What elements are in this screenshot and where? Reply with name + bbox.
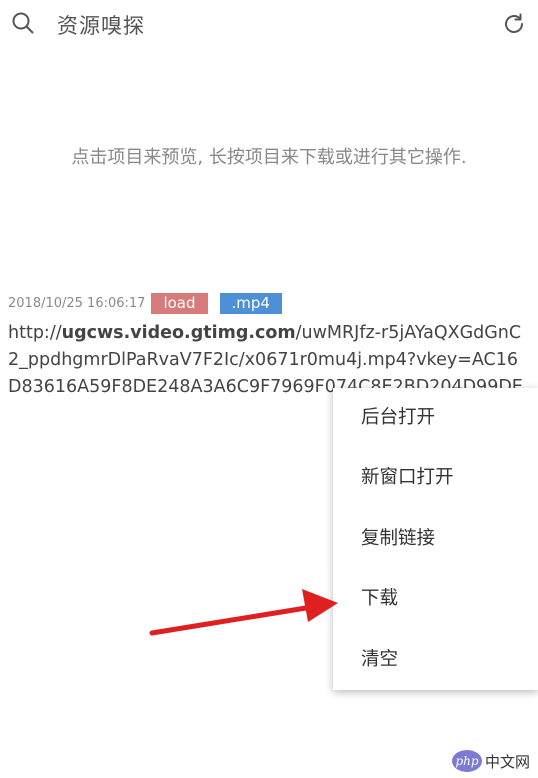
watermark: php 中文网	[451, 748, 530, 774]
timestamp: 2018/10/25 16:06:17	[8, 295, 146, 311]
page-title: 资源嗅探	[57, 14, 145, 38]
menu-item-copy-link[interactable]: 复制链接	[333, 509, 538, 569]
extension-badge: .mp4	[219, 292, 282, 314]
watermark-text: 中文网	[484, 752, 530, 771]
menu-item-new-window[interactable]: 新窗口打开	[333, 448, 538, 508]
php-logo-icon: php	[451, 750, 482, 772]
url-host: ugcws.video.gtimg.com	[61, 323, 296, 343]
refresh-icon[interactable]	[502, 12, 526, 36]
menu-item-clear[interactable]: 清空	[333, 630, 538, 690]
url-prefix: http://	[8, 323, 62, 343]
context-menu: 后台打开 新窗口打开 复制链接 下载 清空	[333, 388, 538, 690]
search-icon[interactable]	[12, 12, 34, 34]
app-header: 资源嗅探	[0, 0, 538, 50]
menu-item-download[interactable]: 下载	[333, 569, 538, 629]
menu-item-background-open[interactable]: 后台打开	[333, 388, 538, 448]
resource-meta: 2018/10/25 16:06:17 load .mp4	[8, 292, 294, 314]
usage-hint: 点击项目来预览, 长按项目来下载或进行其它操作.	[71, 147, 467, 168]
type-badge: load	[151, 292, 208, 314]
